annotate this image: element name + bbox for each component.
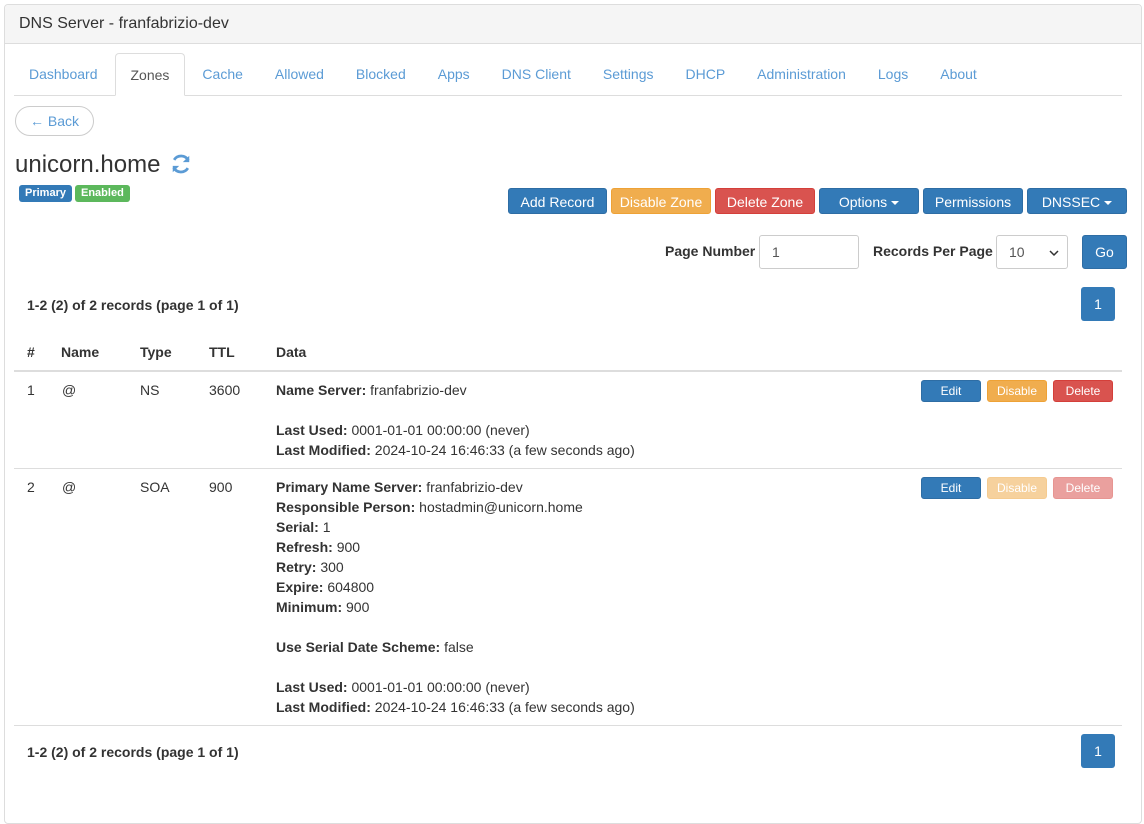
tab-blocked[interactable]: Blocked xyxy=(341,53,421,95)
table-header-divider xyxy=(14,370,1122,372)
primary-ns-value: franfabrizio-dev xyxy=(426,479,523,495)
serial-scheme-value: false xyxy=(444,639,474,655)
tab-cache[interactable]: Cache xyxy=(187,53,257,95)
row-divider xyxy=(14,468,1122,469)
delete-button[interactable]: Delete xyxy=(1053,477,1113,499)
page-number-label: Page Number xyxy=(665,243,756,259)
row-name: @ xyxy=(62,382,77,398)
edit-button[interactable]: Edit xyxy=(921,477,981,499)
permissions-button[interactable]: Permissions xyxy=(923,188,1023,214)
delete-button[interactable]: Delete xyxy=(1053,380,1113,402)
delete-zone-button[interactable]: Delete Zone xyxy=(715,188,815,214)
caret-down-icon xyxy=(1104,201,1113,206)
column-header-ttl: TTL xyxy=(209,344,235,360)
last-modified-value: 2024-10-24 16:46:33 (a few seconds ago) xyxy=(374,699,635,715)
row-data: Primary Name Server: franfabrizio-dev Re… xyxy=(276,477,635,717)
disable-button[interactable]: Disable xyxy=(987,380,1047,402)
row-index: 1 xyxy=(27,382,35,398)
refresh-icon[interactable] xyxy=(170,153,192,175)
go-button[interactable]: Go xyxy=(1082,235,1127,269)
options-button[interactable]: Options xyxy=(819,188,919,214)
responsible-label: Responsible Person: xyxy=(276,499,416,515)
expire-label: Expire: xyxy=(276,579,324,595)
records-per-page-label: Records Per Page xyxy=(873,243,993,259)
last-used-value: 0001-01-01 00:00:00 (never) xyxy=(351,422,530,438)
chevron-down-icon xyxy=(1049,250,1059,257)
refresh-label: Refresh: xyxy=(276,539,333,555)
tab-zones[interactable]: Zones xyxy=(114,53,186,96)
records-summary-top: 1-2 (2) of 2 records (page 1 of 1) xyxy=(27,297,239,313)
tab-settings[interactable]: Settings xyxy=(588,53,669,95)
row-ttl: 900 xyxy=(209,479,233,495)
column-header-index: # xyxy=(27,344,35,360)
tab-logs[interactable]: Logs xyxy=(863,53,923,95)
page-number-input[interactable]: 1 xyxy=(759,235,859,269)
serial-label: Serial: xyxy=(276,519,319,535)
row-index: 2 xyxy=(27,479,35,495)
options-label: Options xyxy=(838,194,888,210)
column-header-name: Name xyxy=(61,344,100,360)
column-header-data: Data xyxy=(276,344,307,360)
zone-status-badge: Enabled xyxy=(75,185,130,202)
serial-value: 1 xyxy=(322,519,331,535)
window-title: DNS Server - franfabrizio-dev xyxy=(5,5,1141,44)
refresh-value: 900 xyxy=(336,539,361,555)
last-modified-label: Last Modified: xyxy=(276,699,371,715)
responsible-value: hostadmin@unicorn.home xyxy=(419,499,583,515)
name-server-label: Name Server: xyxy=(276,382,367,398)
row-name: @ xyxy=(62,479,77,495)
records-per-page-select[interactable]: 10 xyxy=(996,235,1068,269)
dnssec-label: DNSSEC xyxy=(1041,194,1101,210)
disable-button[interactable]: Disable xyxy=(987,477,1047,499)
disable-zone-button[interactable]: Disable Zone xyxy=(611,188,711,214)
page-button-bottom[interactable]: 1 xyxy=(1081,734,1115,768)
zone-type-badge: Primary xyxy=(19,185,72,202)
last-used-label: Last Used: xyxy=(276,679,348,695)
row-type: SOA xyxy=(140,479,170,495)
row-type: NS xyxy=(140,382,160,398)
column-header-type: Type xyxy=(140,344,172,360)
name-server-value: franfabrizio-dev xyxy=(370,382,467,398)
records-per-page-value: 10 xyxy=(1009,244,1025,260)
tab-administration[interactable]: Administration xyxy=(742,53,861,95)
caret-down-icon xyxy=(891,201,900,206)
serial-scheme-label: Use Serial Date Scheme: xyxy=(276,639,441,655)
page-button-top[interactable]: 1 xyxy=(1081,287,1115,321)
dnssec-button[interactable]: DNSSEC xyxy=(1027,188,1127,214)
tab-dhcp[interactable]: DHCP xyxy=(671,53,741,95)
nav-tabs: Dashboard Zones Cache Allowed Blocked Ap… xyxy=(14,53,1122,96)
records-summary-bottom: 1-2 (2) of 2 records (page 1 of 1) xyxy=(27,744,239,760)
back-button[interactable]: ← Back xyxy=(15,106,94,136)
tab-allowed[interactable]: Allowed xyxy=(260,53,339,95)
row-ttl: 3600 xyxy=(209,382,241,398)
add-record-button[interactable]: Add Record xyxy=(508,188,607,214)
minimum-label: Minimum: xyxy=(276,599,343,615)
minimum-value: 900 xyxy=(346,599,370,615)
table-bottom-divider xyxy=(14,725,1122,726)
retry-label: Retry: xyxy=(276,559,317,575)
last-modified-value: 2024-10-24 16:46:33 (a few seconds ago) xyxy=(374,442,635,458)
retry-value: 300 xyxy=(320,559,344,575)
last-modified-label: Last Modified: xyxy=(276,442,371,458)
primary-ns-label: Primary Name Server: xyxy=(276,479,423,495)
tab-apps[interactable]: Apps xyxy=(423,53,485,95)
tab-dns-client[interactable]: DNS Client xyxy=(487,53,586,95)
last-used-label: Last Used: xyxy=(276,422,348,438)
edit-button[interactable]: Edit xyxy=(921,380,981,402)
last-used-value: 0001-01-01 00:00:00 (never) xyxy=(351,679,530,695)
expire-value: 604800 xyxy=(327,579,375,595)
tab-about[interactable]: About xyxy=(925,53,992,95)
row-data: Name Server: franfabrizio-dev Last Used:… xyxy=(276,380,635,460)
zone-title: unicorn.home xyxy=(15,151,161,178)
tab-dashboard[interactable]: Dashboard xyxy=(14,53,113,95)
